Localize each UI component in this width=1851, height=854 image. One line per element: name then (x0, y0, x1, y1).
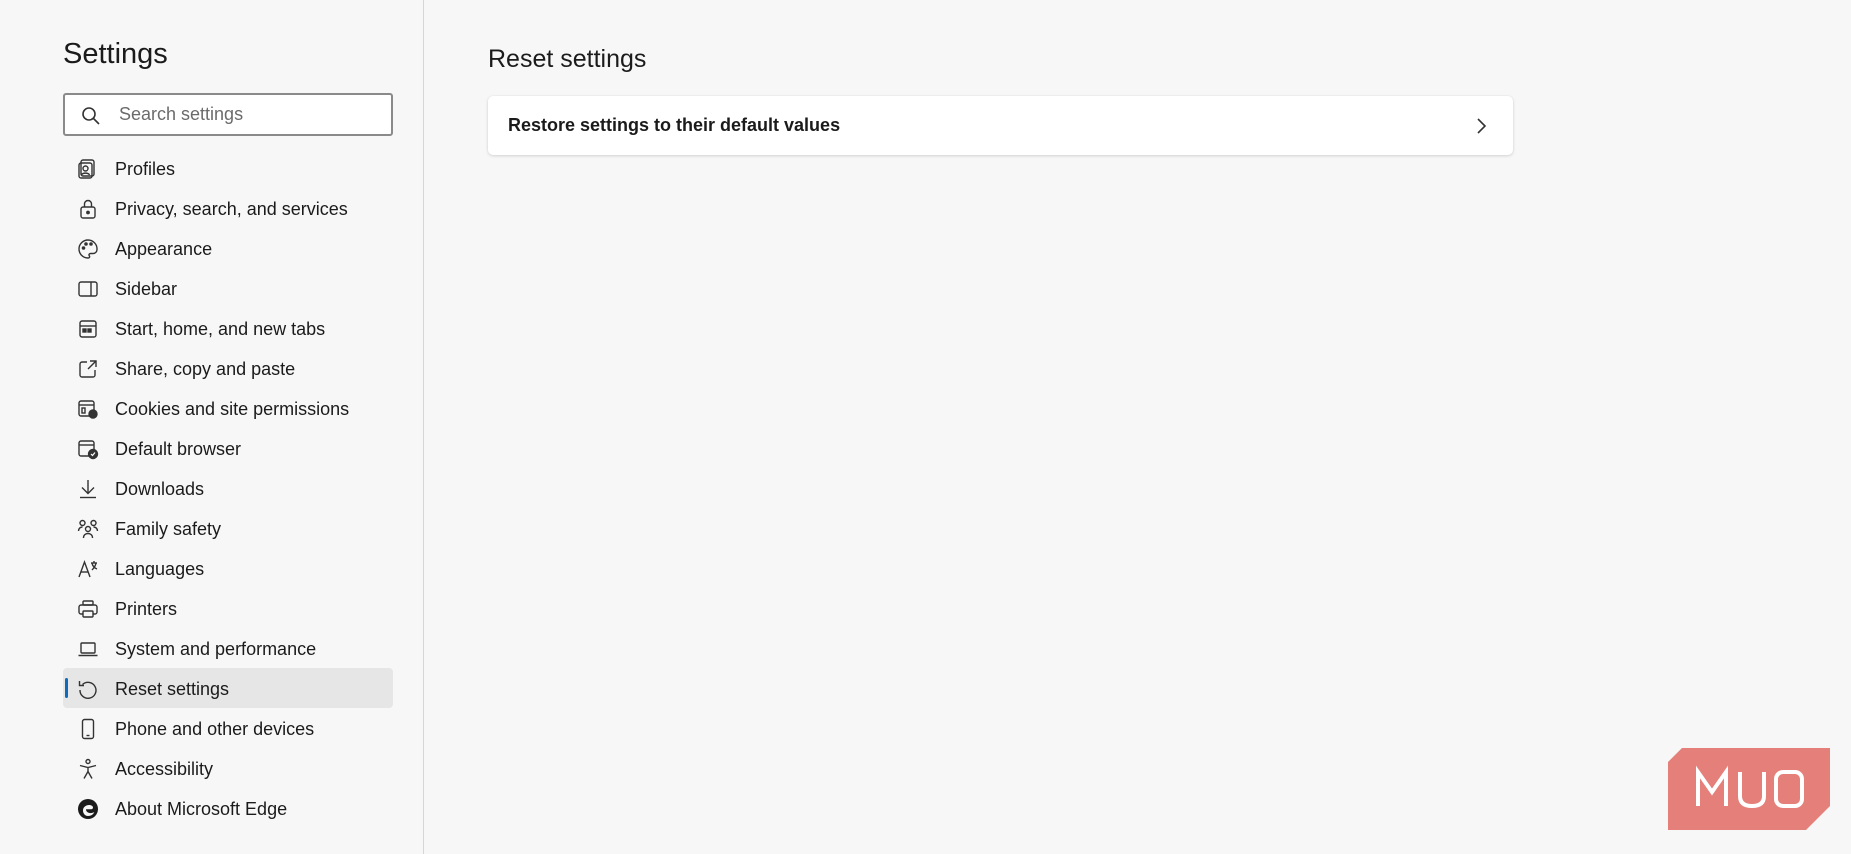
accessibility-icon (77, 758, 99, 780)
sidebar-item-phone[interactable]: Phone and other devices (63, 708, 393, 748)
share-icon (77, 358, 99, 380)
sidebar-item-label: Share, copy and paste (115, 359, 296, 379)
home-tabs-icon (77, 318, 99, 340)
laptop-icon (77, 638, 99, 660)
sidebar-item-about-edge[interactable]: About Microsoft Edge (63, 788, 393, 828)
cookies-icon (77, 398, 99, 420)
sidebar-item-sidebar[interactable]: Sidebar (63, 268, 393, 308)
sidebar-item-system[interactable]: System and performance (63, 628, 393, 668)
sidebar-item-label: Accessibility (115, 759, 214, 779)
sidebar-item-label: Default browser (115, 439, 242, 459)
palette-icon (77, 238, 99, 260)
sidebar-item-label: Phone and other devices (115, 719, 315, 739)
sidebar-item-default-browser[interactable]: Default browser (63, 428, 393, 468)
settings-sidebar: Settings Profiles (0, 0, 424, 854)
edge-logo-icon (77, 798, 99, 820)
sidebar-item-label: Printers (115, 599, 178, 619)
profile-icon (77, 158, 99, 180)
sidebar-item-printers[interactable]: Printers (63, 588, 393, 628)
sidebar-item-share[interactable]: Share, copy and paste (63, 348, 393, 388)
settings-nav: Profiles Privacy, search, and services A… (63, 148, 393, 828)
family-icon (77, 518, 99, 540)
sidebar-item-label: Profiles (115, 159, 176, 179)
search-input[interactable] (119, 95, 379, 134)
sidebar-item-family-safety[interactable]: Family safety (63, 508, 393, 548)
sidebar-item-privacy[interactable]: Privacy, search, and services (63, 188, 393, 228)
phone-icon (77, 718, 99, 740)
sidebar-item-label: Start, home, and new tabs (115, 319, 326, 339)
languages-icon (77, 558, 99, 580)
sidebar-item-label: Cookies and site permissions (115, 399, 350, 419)
sidebar-item-label: Reset settings (115, 679, 230, 699)
printer-icon (77, 598, 99, 620)
sidebar-item-label: Sidebar (115, 279, 178, 299)
download-icon (77, 478, 99, 500)
sidebar-item-label: System and performance (115, 639, 317, 659)
lock-icon (77, 198, 99, 220)
sidebar-icon (77, 278, 99, 300)
sidebar-item-label: Family safety (115, 519, 222, 539)
sidebar-item-reset-settings[interactable]: Reset settings (63, 668, 393, 708)
default-browser-icon (77, 438, 99, 460)
sidebar-item-label: Downloads (115, 479, 205, 499)
sidebar-item-label: Appearance (115, 239, 213, 259)
sidebar-item-appearance[interactable]: Appearance (63, 228, 393, 268)
restore-defaults-label: Restore settings to their default values (508, 115, 841, 135)
restore-defaults-button[interactable]: Restore settings to their default values (488, 96, 1513, 155)
sidebar-item-cookies[interactable]: Cookies and site permissions (63, 388, 393, 428)
sidebar-item-languages[interactable]: Languages (63, 548, 393, 588)
sidebar-item-profiles[interactable]: Profiles (63, 148, 393, 188)
search-box[interactable] (63, 93, 393, 136)
page-title: Reset settings (488, 45, 647, 73)
sidebar-item-label: Languages (115, 559, 205, 579)
sidebar-item-label: Privacy, search, and services (115, 199, 348, 219)
sidebar-item-label: About Microsoft Edge (115, 799, 288, 819)
sidebar-item-downloads[interactable]: Downloads (63, 468, 393, 508)
muo-watermark-logo (1668, 748, 1830, 830)
reset-icon (77, 678, 99, 700)
chevron-right-icon (1475, 116, 1487, 141)
sidebar-item-start-home[interactable]: Start, home, and new tabs (63, 308, 393, 348)
sidebar-item-accessibility[interactable]: Accessibility (63, 748, 393, 788)
sidebar-title: Settings (63, 38, 168, 70)
